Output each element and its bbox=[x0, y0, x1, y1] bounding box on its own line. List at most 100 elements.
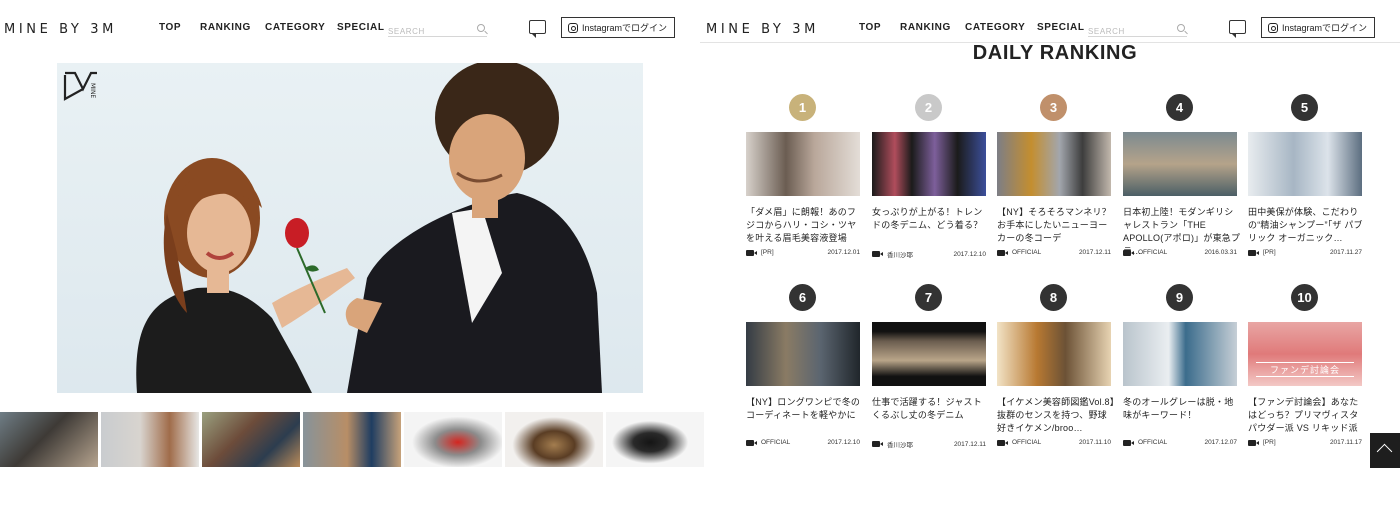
ranking-article-title[interactable]: 田中美保が体験、こだわりの“精油シャンプー”「ザ パブリック オーガニック… bbox=[1248, 206, 1366, 245]
ranking-meta: 香川沙耶 2017.12.10 bbox=[872, 249, 986, 259]
rank-badge: 4 bbox=[1166, 94, 1193, 121]
video-icon bbox=[1123, 439, 1134, 446]
ranking-author[interactable]: OFFICIAL bbox=[761, 439, 790, 446]
search-icon[interactable] bbox=[477, 24, 485, 32]
ranking-date: 2017.12.10 bbox=[827, 439, 860, 446]
ranking-author[interactable]: 香川沙耶 bbox=[887, 439, 913, 449]
ranking-meta: 香川沙耶 2017.12.11 bbox=[872, 439, 986, 449]
rank-badge: 7 bbox=[915, 284, 942, 311]
ranking-date: 2017.11.10 bbox=[1078, 439, 1111, 446]
ranking-thumbnail[interactable] bbox=[1248, 132, 1362, 196]
hero-photo bbox=[136, 63, 602, 393]
ranking-thumbnail[interactable] bbox=[1123, 132, 1237, 196]
nav-special[interactable]: SPECIAL bbox=[1037, 22, 1089, 33]
video-icon bbox=[1248, 249, 1259, 256]
video-icon bbox=[872, 251, 883, 257]
hero-thumbnail[interactable] bbox=[202, 412, 300, 467]
rank-badge: 6 bbox=[789, 284, 816, 311]
ranking-meta: [PR] 2017.12.01 bbox=[746, 249, 860, 256]
hero-thumbnail[interactable] bbox=[404, 412, 502, 467]
ranking-date: 2017.12.01 bbox=[827, 249, 860, 256]
ranking-article-title[interactable]: 【イケメン美容師図鑑Vol.8】抜群のセンスを持つ、野球好きイケメン/broo… bbox=[997, 396, 1115, 435]
ranking-thumbnail[interactable] bbox=[746, 132, 860, 196]
instagram-login-button[interactable]: Instagramでログイン bbox=[561, 17, 675, 38]
nav-category[interactable]: CATEGORY bbox=[965, 22, 1037, 33]
hero-thumbnail[interactable] bbox=[101, 412, 199, 467]
search-box bbox=[388, 21, 487, 39]
site-logo[interactable]: MINE BY 3M bbox=[4, 22, 117, 37]
thumbnail-banner-text: ファンデ討論会 bbox=[1256, 362, 1354, 377]
chat-icon[interactable] bbox=[1229, 20, 1246, 38]
nav-top[interactable]: TOP bbox=[159, 22, 200, 33]
ranking-author[interactable]: [PR] bbox=[761, 249, 774, 256]
main-nav: TOP RANKING CATEGORY SPECIAL bbox=[159, 22, 389, 33]
ranking-author[interactable]: 香川沙耶 bbox=[887, 249, 913, 259]
nav-ranking[interactable]: RANKING bbox=[900, 22, 965, 33]
ranking-meta: OFFICIAL 2016.03.31 bbox=[1123, 249, 1237, 256]
ranking-author[interactable]: OFFICIAL bbox=[1012, 249, 1041, 256]
header-right: MINE BY 3M TOP RANKING CATEGORY SPECIAL … bbox=[700, 0, 1400, 43]
instagram-login-label: Instagramでログイン bbox=[1282, 23, 1368, 33]
mine-logo-text: MINE bbox=[89, 83, 96, 98]
nav-ranking[interactable]: RANKING bbox=[200, 22, 265, 33]
search-input[interactable] bbox=[1088, 24, 1172, 39]
ranking-thumbnail[interactable] bbox=[872, 132, 986, 196]
ranking-article-title[interactable]: 【ファンデ討論会】あなたはどっち？プリマヴィスタ パウダー派 VS リキッド派 bbox=[1248, 396, 1366, 435]
ranking-meta: [PR] 2017.11.27 bbox=[1248, 249, 1362, 256]
ranking-date: 2017.12.11 bbox=[953, 440, 986, 448]
ranking-date: 2016.03.31 bbox=[1204, 249, 1237, 256]
ranking-article-title[interactable]: 「ダメ眉」に朗報！あのフジコからハリ・コシ・ツヤを叶える眉毛美容液登場 bbox=[746, 206, 864, 245]
ranking-author[interactable]: OFFICIAL bbox=[1138, 249, 1167, 256]
video-icon bbox=[746, 439, 757, 446]
back-to-top-button[interactable] bbox=[1370, 433, 1400, 468]
ranking-author[interactable]: OFFICIAL bbox=[1012, 439, 1041, 446]
video-icon bbox=[1123, 249, 1134, 256]
video-icon bbox=[1248, 439, 1259, 446]
hero-thumbnail[interactable] bbox=[0, 412, 98, 467]
nav-special[interactable]: SPECIAL bbox=[337, 22, 389, 33]
hero-image[interactable]: MINE bbox=[57, 63, 643, 393]
site-logo[interactable]: MINE BY 3M bbox=[706, 22, 819, 37]
video-icon bbox=[997, 249, 1008, 256]
hero-thumbnail-strip bbox=[0, 412, 704, 467]
search-box bbox=[1088, 21, 1187, 39]
chat-icon[interactable] bbox=[529, 20, 546, 38]
rank-badge: 1 bbox=[789, 94, 816, 121]
instagram-login-label: Instagramでログイン bbox=[582, 23, 668, 33]
ranking-thumbnail[interactable]: ファンデ討論会 bbox=[1248, 322, 1362, 386]
ranking-thumbnail[interactable] bbox=[997, 132, 1111, 196]
ranking-article-title[interactable]: 【NY】ロングワンピで冬のコーディネートを軽やかに bbox=[746, 396, 864, 422]
ranking-date: 2017.11.27 bbox=[1329, 249, 1362, 256]
ranking-author[interactable]: [PR] bbox=[1263, 249, 1276, 256]
ranking-article-title[interactable]: 冬のオールグレーは脱・地味がキーワード！ bbox=[1123, 396, 1241, 422]
ranking-thumbnail[interactable] bbox=[872, 322, 986, 386]
ranking-meta: OFFICIAL 2017.12.07 bbox=[1123, 439, 1237, 446]
instagram-icon bbox=[568, 22, 578, 33]
ranking-article-title[interactable]: 【NY】そろそろマンネリ？お手本にしたいニューヨーカーの冬コーデ bbox=[997, 206, 1115, 245]
rank-badge: 8 bbox=[1040, 284, 1067, 311]
search-icon[interactable] bbox=[1177, 24, 1185, 32]
video-icon bbox=[997, 439, 1008, 446]
mine-logo-icon: MINE bbox=[63, 69, 99, 101]
ranking-article-title[interactable]: 仕事で活躍する！ジャストくるぶし丈の冬デニム bbox=[872, 396, 990, 422]
ranking-thumbnail[interactable] bbox=[746, 322, 860, 386]
ranking-date: 2017.12.10 bbox=[953, 250, 986, 258]
rank-badge: 9 bbox=[1166, 284, 1193, 311]
nav-category[interactable]: CATEGORY bbox=[265, 22, 337, 33]
search-input[interactable] bbox=[388, 24, 472, 39]
video-icon bbox=[872, 441, 883, 447]
header-left: MINE BY 3M TOP RANKING CATEGORY SPECIAL … bbox=[0, 0, 700, 43]
instagram-login-button[interactable]: Instagramでログイン bbox=[1261, 17, 1375, 38]
ranking-thumbnail[interactable] bbox=[997, 322, 1111, 386]
hero-thumbnail[interactable] bbox=[303, 412, 401, 467]
main-nav: TOP RANKING CATEGORY SPECIAL bbox=[859, 22, 1089, 33]
ranking-date: 2017.12.07 bbox=[1204, 439, 1237, 446]
ranking-author[interactable]: [PR] bbox=[1263, 439, 1276, 446]
hero-thumbnail[interactable] bbox=[606, 412, 704, 467]
hero-thumbnail[interactable] bbox=[505, 412, 603, 467]
nav-top[interactable]: TOP bbox=[859, 22, 900, 33]
ranking-author[interactable]: OFFICIAL bbox=[1138, 439, 1167, 446]
ranking-date: 2017.11.17 bbox=[1329, 439, 1362, 446]
ranking-thumbnail[interactable] bbox=[1123, 322, 1237, 386]
ranking-article-title[interactable]: 女っぷりが上がる！トレンドの冬デニム、どう着る？ bbox=[872, 206, 990, 232]
